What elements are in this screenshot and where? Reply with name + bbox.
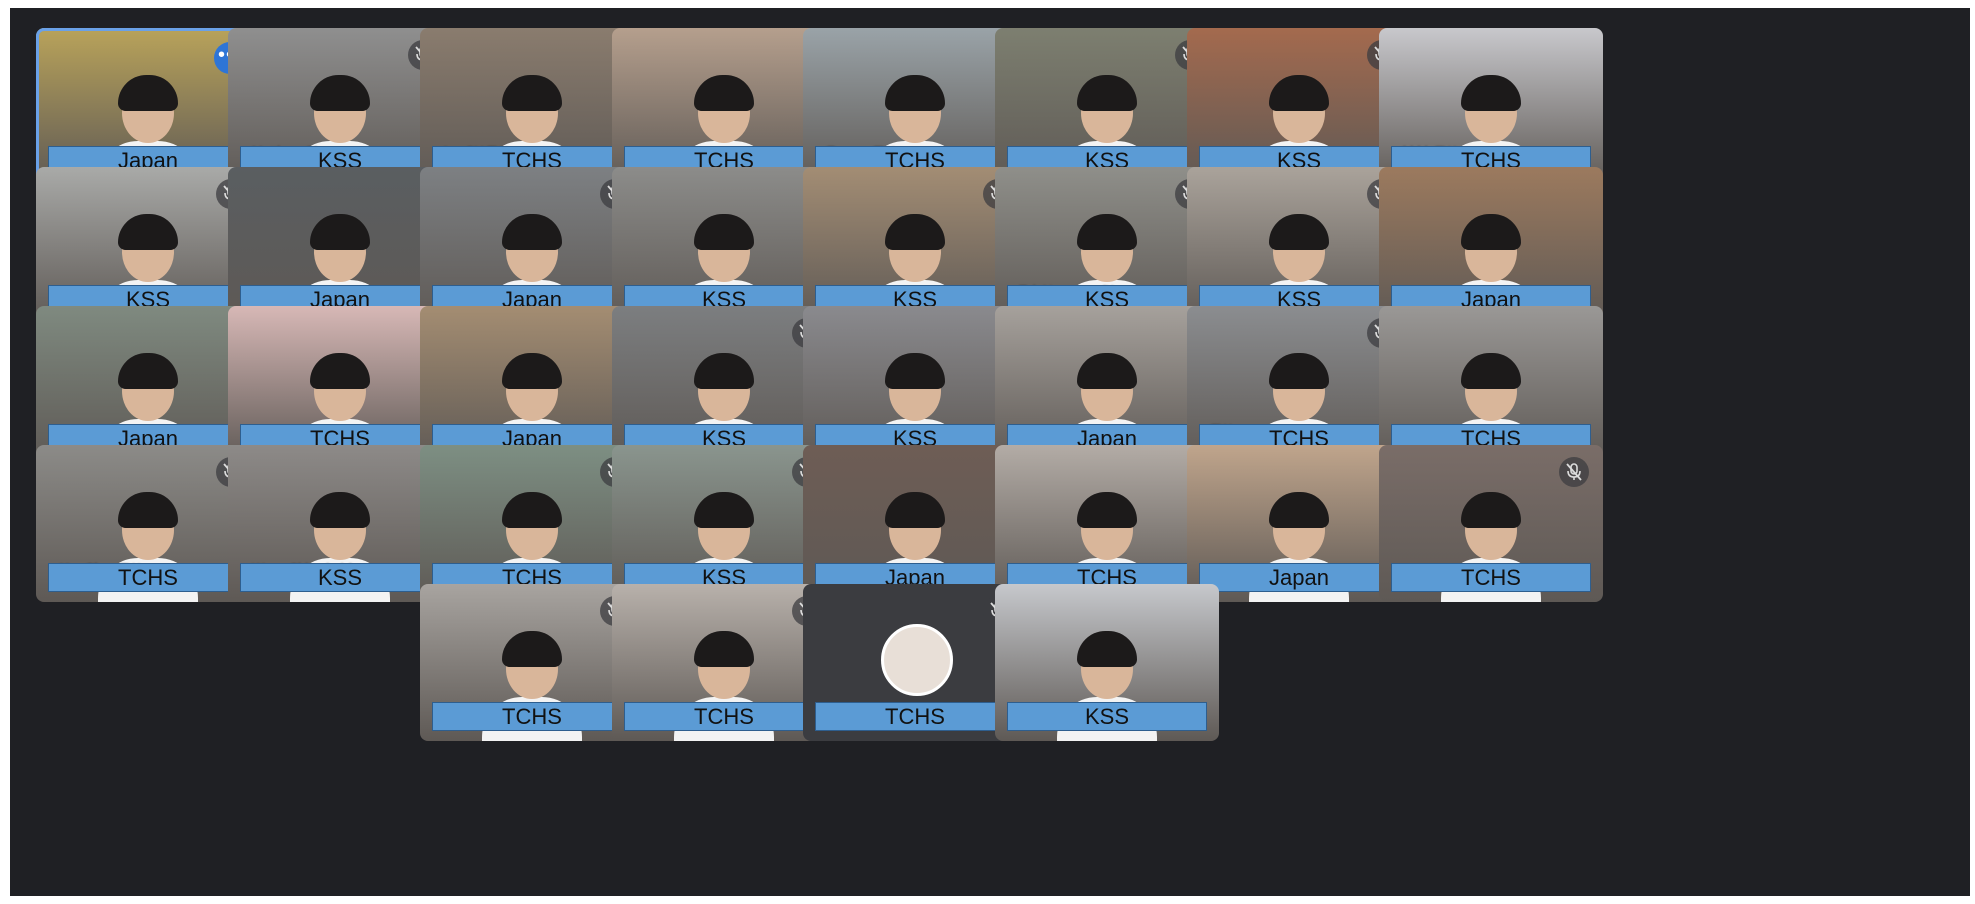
participant-tile[interactable]: KSS	[995, 584, 1219, 741]
participant-tile[interactable]: Japan	[1187, 445, 1411, 602]
school-label: Japan	[1199, 563, 1399, 592]
school-label: TCHS	[624, 702, 824, 731]
participant-tile[interactable]: KSS	[1187, 28, 1411, 185]
participant-tile[interactable]: Yau Shen TWTCHS	[36, 445, 260, 602]
school-label: TCHS	[1391, 563, 1591, 592]
participant-tile[interactable]: Japan	[420, 306, 644, 463]
participant-tile[interactable]: Japan	[803, 445, 1027, 602]
school-label: KSS	[240, 563, 440, 592]
participant-tile[interactable]: KSS	[803, 306, 1027, 463]
school-label: TCHS	[815, 702, 1015, 731]
participant-tile[interactable]: Japan	[1379, 167, 1603, 324]
school-label: KSS	[1007, 702, 1207, 731]
participant-tile[interactable]: Matthew ChenKSS	[228, 28, 452, 185]
participant-tile[interactable]: TCHS	[995, 445, 1219, 602]
participant-tile[interactable]: Japan	[420, 167, 644, 324]
participant-tile[interactable]: TCHS	[420, 584, 644, 741]
participant-tile[interactable]: Japan	[228, 167, 452, 324]
participant-tile[interactable]: KSS	[803, 167, 1027, 324]
participant-tile[interactable]: LeoSU TWTCHS	[420, 28, 644, 185]
video-gallery: •••JapanMatthew ChenKSSLeoSU TWTCHSTCHST…	[10, 8, 1970, 896]
school-label: TCHS	[432, 702, 632, 731]
participant-tile[interactable]: KSS	[36, 167, 260, 324]
participant-tile[interactable]: Teh Yun yuan (KaKSS	[995, 167, 1219, 324]
participant-tile[interactable]: KSS	[1187, 167, 1411, 324]
participant-tile[interactable]: Japan	[995, 306, 1219, 463]
participant-tile[interactable]: TCHS	[420, 445, 644, 602]
microphone-muted-icon	[1559, 457, 1589, 487]
participant-tile[interactable]: bbbb TWTCHS	[1379, 28, 1603, 185]
participant-tile[interactable]: TCHS	[803, 584, 1027, 741]
school-label: TCHS	[48, 563, 248, 592]
participant-tile[interactable]: TCHS	[1379, 306, 1603, 463]
participant-tile[interactable]: Tamara TWTCHS	[803, 28, 1027, 185]
participant-tile[interactable]: TWTCHS	[1187, 306, 1411, 463]
participant-tile[interactable]: Wong Shing hei (KSS	[228, 445, 452, 602]
participant-tile[interactable]: TCHS	[228, 306, 452, 463]
participant-tile[interactable]: KSS	[995, 28, 1219, 185]
participant-tile[interactable]: •••Japan	[36, 28, 260, 185]
participant-avatar	[881, 624, 953, 696]
participant-tile[interactable]: Japan	[36, 306, 260, 463]
participant-tile[interactable]: TCHS	[1379, 445, 1603, 602]
